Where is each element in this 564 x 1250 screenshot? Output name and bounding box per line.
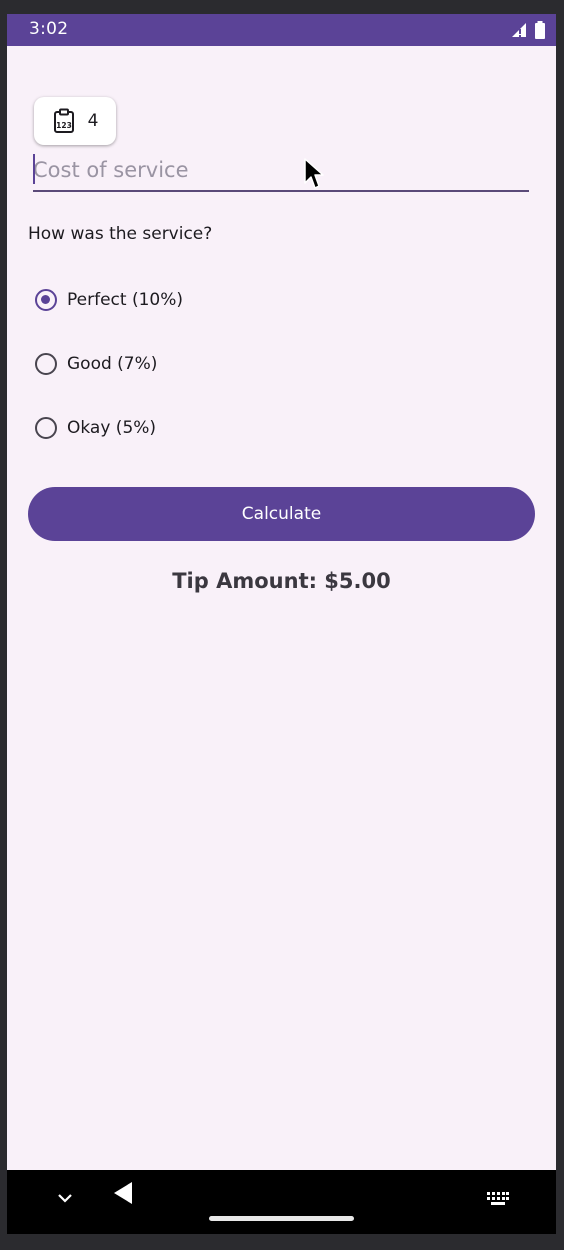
back-icon[interactable] xyxy=(111,1180,135,1206)
clipboard-numbers-icon: 123 xyxy=(53,108,74,133)
signal-icon xyxy=(512,23,526,37)
radio-button-okay[interactable] xyxy=(35,417,57,439)
radio-button-good[interactable] xyxy=(35,353,57,375)
text-caret xyxy=(33,154,35,184)
battery-icon xyxy=(535,21,545,39)
cost-of-service-field[interactable] xyxy=(33,150,529,192)
chevron-down-icon[interactable] xyxy=(57,1192,73,1204)
tip-amount-result: Tip Amount: $5.00 xyxy=(172,569,391,593)
home-handle[interactable] xyxy=(209,1216,354,1221)
system-navigation-bar xyxy=(7,1170,556,1234)
calculate-button[interactable]: Calculate xyxy=(28,487,535,541)
option-label-perfect: Perfect (10%) xyxy=(67,290,184,310)
option-okay[interactable]: Okay (5%) xyxy=(35,408,156,448)
status-time: 3:02 xyxy=(29,19,69,39)
status-bar: 3:02 xyxy=(7,14,556,46)
cost-of-service-input[interactable] xyxy=(33,154,523,186)
app-screen: 3:02 123 4 Cost of service How was the s… xyxy=(7,14,556,1234)
clipboard-suggestion-chip[interactable]: 123 4 xyxy=(34,97,116,145)
mouse-pointer-icon xyxy=(304,158,324,189)
option-perfect[interactable]: Perfect (10%) xyxy=(35,280,183,320)
option-good[interactable]: Good (7%) xyxy=(35,344,157,384)
keyboard-icon[interactable] xyxy=(487,1192,509,1208)
device-frame: 3:02 123 4 Cost of service How was the s… xyxy=(0,0,564,1250)
radio-button-perfect[interactable] xyxy=(35,289,57,311)
service-question-label: How was the service? xyxy=(28,224,213,244)
option-label-good: Good (7%) xyxy=(67,354,158,374)
status-icons xyxy=(510,21,546,39)
svg-text:123: 123 xyxy=(56,121,72,130)
option-label-okay: Okay (5%) xyxy=(67,418,157,438)
clipboard-chip-count: 4 xyxy=(87,111,99,131)
